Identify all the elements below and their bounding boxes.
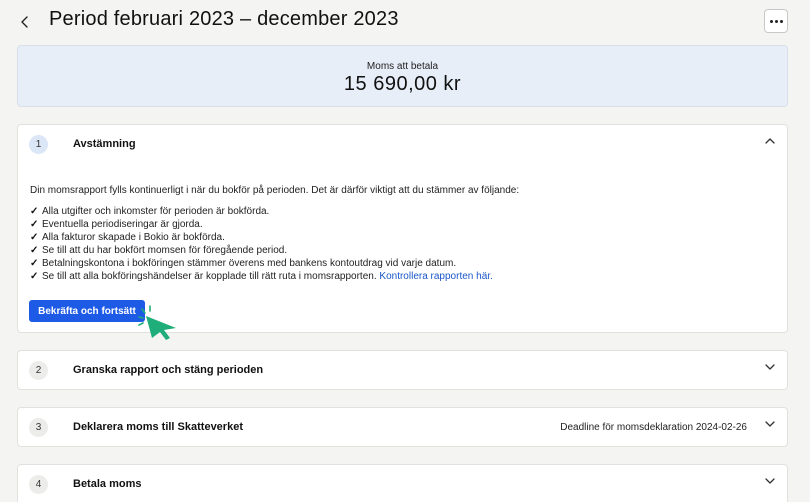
checklist-item: ✓ Se till att alla bokföringshändelser är… — [30, 270, 493, 283]
checklist-item-text: Se till att alla bokföringshändelser är … — [42, 271, 377, 282]
step-number: 4 — [29, 475, 48, 494]
checkmark-icon: ✓ — [30, 258, 39, 269]
page-header: Period februari 2023 – december 2023 — [0, 0, 810, 44]
chevron-up-icon[interactable] — [764, 136, 776, 146]
chevron-down-icon[interactable] — [764, 419, 776, 429]
more-dot-icon — [774, 19, 778, 23]
step-card-pay-vat[interactable]: 4 Betala moms — [17, 464, 788, 502]
chevron-down-icon[interactable] — [764, 476, 776, 486]
checklist-item: ✓ Eventuella periodiseringar är gjorda. — [30, 218, 493, 231]
checklist-item: ✓ Betalningskontona i bokföringen stämmer… — [30, 257, 493, 270]
step-intro-text: Din momsrapport fylls kontinuerligt i nä… — [30, 185, 520, 196]
step-card-declare-vat[interactable]: 3 Deklarera moms till Skatteverket Deadl… — [17, 407, 788, 447]
back-chevron-icon[interactable] — [16, 13, 34, 31]
checklist-item-text: Alla utgifter och inkomster för perioden… — [42, 206, 270, 217]
step-title[interactable]: Avstämning — [73, 138, 136, 150]
step-title[interactable]: Granska rapport och stäng perioden — [73, 364, 263, 376]
step-number: 2 — [29, 361, 48, 380]
more-options-button[interactable] — [764, 9, 788, 33]
confirm-and-continue-button[interactable]: Bekräfta och fortsätt — [29, 300, 145, 322]
checkmark-icon: ✓ — [30, 245, 39, 256]
checklist-item-text: Eventuella periodiseringar är gjorda. — [42, 219, 203, 230]
check-report-link[interactable]: Kontrollera rapporten här. — [379, 270, 492, 283]
checklist-item-text: Alla fakturor skapade i Bokio är bokförd… — [42, 232, 225, 243]
checklist-item: ✓ Se till att du har bokfört momsen för f… — [30, 244, 493, 257]
checklist-item: ✓ Alla fakturor skapade i Bokio är bokför… — [30, 231, 493, 244]
step-card-review-report[interactable]: 2 Granska rapport och stäng perioden — [17, 350, 788, 390]
more-dot-icon — [769, 19, 773, 23]
vat-summary-amount: 15 690,00 kr — [343, 73, 462, 95]
step-title[interactable]: Betala moms — [73, 478, 141, 490]
checkmark-icon: ✓ — [30, 206, 39, 217]
checklist-item-text: Se till att du har bokfört momsen för fö… — [42, 245, 288, 256]
chevron-down-icon[interactable] — [764, 362, 776, 372]
checkmark-icon: ✓ — [30, 271, 39, 282]
checkmark-icon: ✓ — [30, 219, 39, 230]
deadline-text: Deadline för momsdeklaration 2024-02-26 — [560, 422, 747, 433]
checklist-item: ✓ Alla utgifter och inkomster för periode… — [30, 205, 493, 218]
checklist: ✓ Alla utgifter och inkomster för periode… — [30, 205, 493, 283]
step-title[interactable]: Deklarera moms till Skatteverket — [73, 421, 243, 433]
click-cursor-icon — [138, 305, 176, 340]
checkmark-icon: ✓ — [30, 232, 39, 243]
vat-summary-label: Moms att betala — [366, 61, 439, 72]
page-title: Period februari 2023 – december 2023 — [49, 8, 399, 30]
step-card-reconciliation: 1 Avstämning Din momsrapport fylls konti… — [17, 124, 788, 333]
more-dot-icon — [779, 19, 783, 23]
checklist-item-text: Betalningskontona i bokföringen stämmer … — [42, 258, 457, 269]
step-number: 1 — [29, 135, 48, 154]
vat-summary-panel: Moms att betala 15 690,00 kr — [17, 45, 788, 107]
step-number: 3 — [29, 418, 48, 437]
